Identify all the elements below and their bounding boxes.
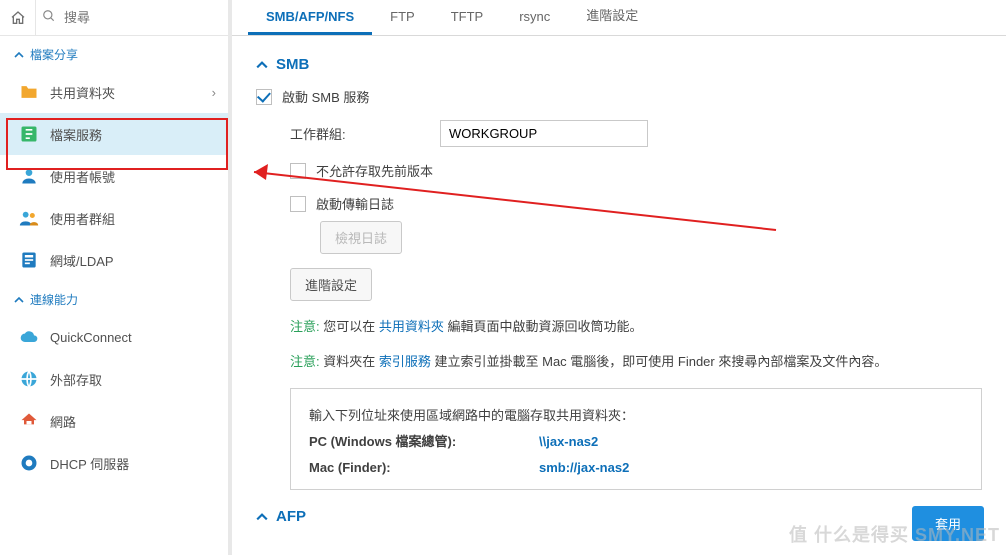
search-icon [42, 9, 56, 26]
checkbox-enable-transfer-log[interactable] [290, 196, 306, 212]
workgroup-label: 工作群組: [290, 124, 440, 143]
globe-icon [18, 368, 40, 390]
sidebar-item-group[interactable]: 使用者群組 [0, 197, 228, 239]
chevron-up-icon [256, 511, 268, 523]
workgroup-input[interactable] [440, 120, 648, 147]
ldap-icon [18, 249, 40, 271]
sidebar-item-dhcp[interactable]: DHCP 伺服器 [0, 442, 228, 484]
tab-tftp[interactable]: TFTP [433, 1, 502, 35]
address-mac-label: Mac (Finder): [309, 455, 539, 481]
sidebar-item-label: 使用者群組 [50, 209, 115, 228]
content-pane: SMB/AFP/NFS FTP TFTP rsync 進階設定 SMB 啟動 S… [232, 0, 1006, 555]
note-prefix: 注意: [290, 319, 320, 334]
group-file-share[interactable]: 檔案分享 [0, 36, 228, 71]
group-file-share-label: 檔案分享 [30, 46, 78, 63]
smb-advanced-button[interactable]: 進階設定 [290, 268, 372, 301]
tab-advanced[interactable]: 進階設定 [568, 0, 656, 35]
section-afp-title: AFP [276, 508, 306, 525]
apply-button[interactable]: 套用 [912, 506, 984, 541]
chevron-up-icon [14, 295, 24, 305]
sidebar-item-label: 外部存取 [50, 370, 102, 389]
note-1: 注意: 您可以在 共用資料夾 編輯頁面中啟動資源回收筒功能。 [290, 315, 982, 340]
section-smb-title: SMB [276, 56, 309, 73]
folder-icon [18, 81, 40, 103]
sidebar-item-domain-ldap[interactable]: 網域/LDAP [0, 239, 228, 281]
view-log-button[interactable]: 檢視日誌 [320, 221, 402, 254]
note-prefix: 注意: [290, 354, 320, 369]
address-mac-value: smb://jax-nas2 [539, 455, 629, 481]
checkbox-no-prev-versions[interactable] [290, 163, 306, 179]
chevron-right-icon: › [212, 85, 216, 100]
sidebar-item-user[interactable]: 使用者帳號 [0, 155, 228, 197]
group-icon [18, 207, 40, 229]
sidebar-item-shared-folder[interactable]: 共用資料夾 › [0, 71, 228, 113]
section-smb-head[interactable]: SMB [256, 56, 982, 73]
sidebar-item-label: 檔案服務 [50, 125, 102, 144]
sidebar-item-file-services[interactable]: 檔案服務 [0, 113, 228, 155]
search-input[interactable] [60, 6, 222, 29]
note-2: 注意: 資料夾在 索引服務 建立索引並掛載至 Mac 電腦後，即可使用 Find… [290, 350, 982, 375]
home-icon [10, 10, 26, 26]
sidebar-item-network[interactable]: 網路 [0, 400, 228, 442]
section-afp-head[interactable]: AFP [256, 508, 982, 525]
tabs: SMB/AFP/NFS FTP TFTP rsync 進階設定 [232, 0, 1006, 36]
link-index-service[interactable]: 索引服務 [379, 354, 431, 369]
sidebar-item-label: DHCP 伺服器 [50, 454, 129, 473]
chevron-up-icon [256, 59, 268, 71]
cloud-icon [18, 326, 40, 348]
sidebar-item-quickconnect[interactable]: QuickConnect [0, 316, 228, 358]
no-prev-versions-label: 不允許存取先前版本 [316, 161, 433, 180]
sidebar-item-label: 使用者帳號 [50, 167, 115, 186]
checkbox-enable-smb[interactable] [256, 89, 272, 105]
address-box: 輸入下列位址來使用區域網路中的電腦存取共用資料夾： PC (Windows 檔案… [290, 388, 982, 490]
dhcp-icon [18, 452, 40, 474]
address-intro: 輸入下列位址來使用區域網路中的電腦存取共用資料夾： [309, 403, 963, 429]
sidebar-item-external-access[interactable]: 外部存取 [0, 358, 228, 400]
tab-rsync[interactable]: rsync [501, 1, 568, 35]
file-services-icon [18, 123, 40, 145]
sidebar-item-label: QuickConnect [50, 330, 132, 345]
user-icon [18, 165, 40, 187]
tab-ftp[interactable]: FTP [372, 1, 433, 35]
sidebar: 檔案分享 共用資料夾 › 檔案服務 使用者帳號 使用者群組 網域/LDAP 連線… [0, 0, 232, 555]
address-pc-label: PC (Windows 檔案總管): [309, 429, 539, 455]
home-button[interactable] [0, 0, 36, 36]
link-shared-folder[interactable]: 共用資料夾 [379, 319, 444, 334]
address-pc-value: \\jax-nas2 [539, 429, 598, 455]
tab-smb-afp-nfs[interactable]: SMB/AFP/NFS [248, 1, 372, 35]
search-box[interactable] [36, 0, 228, 35]
enable-transfer-log-label: 啟動傳輸日誌 [316, 194, 394, 213]
sidebar-item-label: 網路 [50, 412, 76, 431]
group-connectivity[interactable]: 連線能力 [0, 281, 228, 316]
group-connectivity-label: 連線能力 [30, 291, 78, 308]
chevron-up-icon [14, 50, 24, 60]
enable-smb-label: 啟動 SMB 服務 [282, 87, 369, 106]
network-icon [18, 410, 40, 432]
sidebar-item-label: 共用資料夾 [50, 83, 115, 102]
sidebar-item-label: 網域/LDAP [50, 251, 114, 270]
